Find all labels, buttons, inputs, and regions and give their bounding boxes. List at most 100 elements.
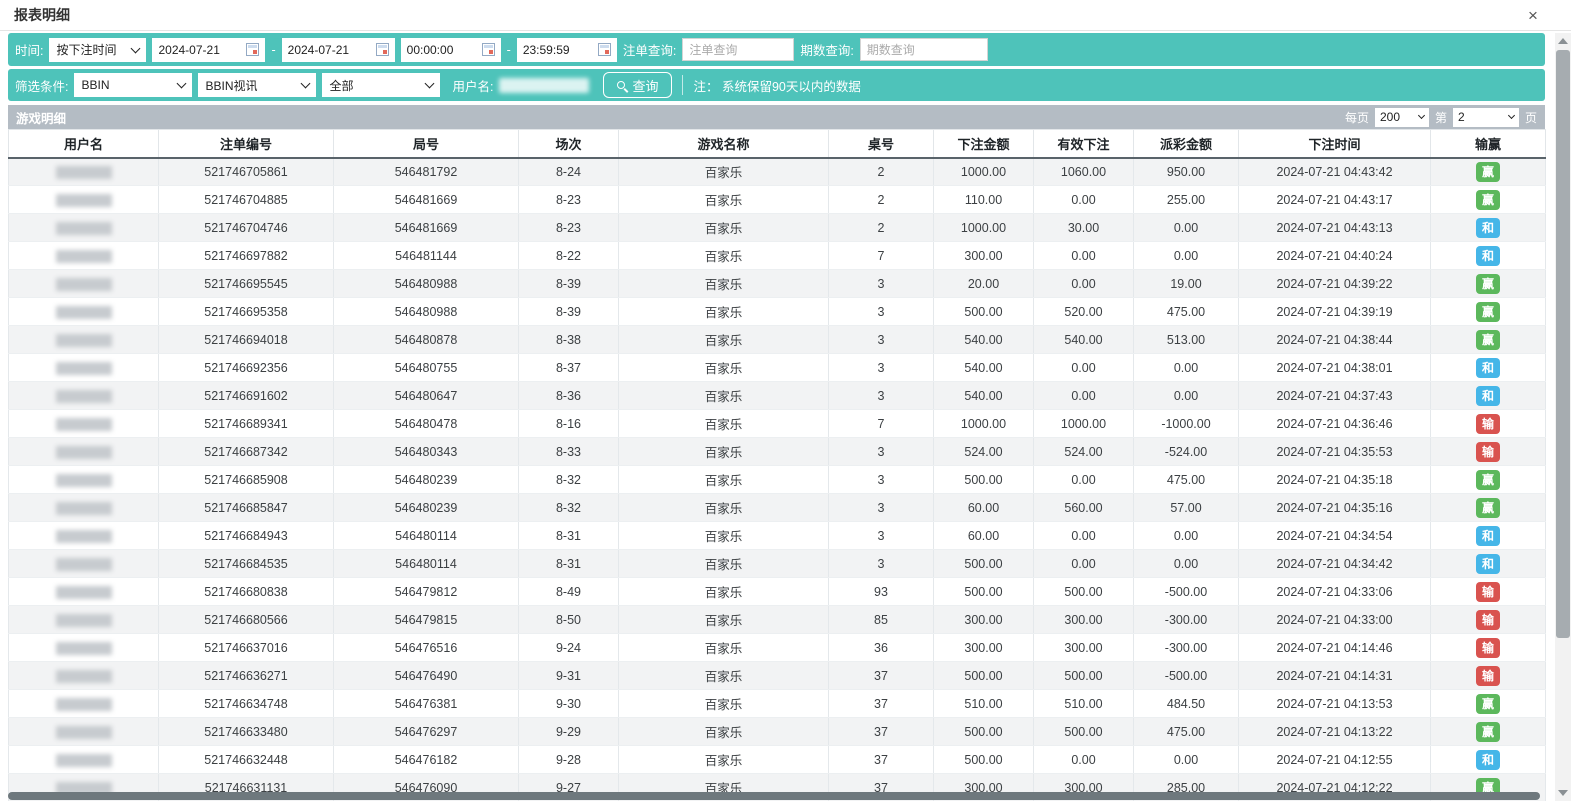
cell-round-id: 546480878 [334,326,519,354]
cell-result: 和 [1431,522,1546,550]
cell-game-name: 百家乐 [619,690,829,718]
scope-select[interactable]: 全部 [322,73,440,97]
date-to-input[interactable]: 2024-07-21 [282,38,395,62]
time-from-value: 00:00:00 [407,43,454,57]
cell-table-no: 37 [829,690,934,718]
page-select[interactable]: 2 [1453,108,1519,127]
cell-table-no: 37 [829,662,934,690]
masked-username [56,362,112,375]
time-to-value: 23:59:59 [523,43,570,57]
cell-table-no: 2 [829,158,934,186]
table-row: 5217466334805464762979-29百家乐37500.00500.… [9,718,1546,746]
cell-table-no: 3 [829,438,934,466]
masked-username [56,530,112,543]
retention-note: 注： 系统保留90天以内的数据 [693,76,860,95]
table-row: 5217466955455464809888-39百家乐320.000.0019… [9,270,1546,298]
calendar-icon[interactable] [482,43,495,56]
cell-game-name: 百家乐 [619,270,829,298]
cell-valid-bet: 1060.00 [1034,158,1134,186]
period-query-input[interactable] [860,38,988,61]
search-button[interactable]: 查询 [603,72,672,98]
cell-bet-amount: 500.00 [934,550,1034,578]
chevron-down-icon [1418,112,1425,119]
cell-username-masked [9,242,159,270]
date-separator: - [271,43,275,57]
calendar-icon[interactable] [246,43,259,56]
cell-bet-amount: 110.00 [934,186,1034,214]
cell-game-name: 百家乐 [619,326,829,354]
cell-valid-bet: 520.00 [1034,298,1134,326]
table-header-row: 用户名 注单编号 局号 场次 游戏名称 桌号 下注金额 有效下注 派彩金额 下注… [9,130,1546,158]
time-from-input[interactable]: 00:00:00 [401,38,501,62]
cell-bet-time: 2024-07-21 04:43:17 [1239,186,1431,214]
cell-valid-bet: 300.00 [1034,634,1134,662]
cell-round-id: 546479815 [334,606,519,634]
table-row: 5217466808385464798128-49百家乐93500.00500.… [9,578,1546,606]
cell-result: 输 [1431,606,1546,634]
masked-username [56,194,112,207]
cell-username-masked [9,746,159,774]
cell-table-no: 2 [829,186,934,214]
cell-bet-amount: 500.00 [934,746,1034,774]
scroll-up-icon[interactable] [1558,38,1568,44]
cell-username-masked [9,494,159,522]
scroll-down-icon[interactable] [1558,790,1568,796]
cell-valid-bet: 0.00 [1034,522,1134,550]
cell-table-no: 3 [829,298,934,326]
col-header-round-id: 局号 [334,130,519,158]
cell-username-masked [9,354,159,382]
time-type-select[interactable]: 按下注时间 [49,38,146,62]
cell-payout: -1000.00 [1134,410,1239,438]
cell-bet-time: 2024-07-21 04:13:53 [1239,690,1431,718]
cell-bet-amount: 1000.00 [934,158,1034,186]
col-header-table-no: 桌号 [829,130,934,158]
result-badge: 输 [1476,666,1500,686]
cell-session: 9-24 [519,634,619,662]
horizontal-scrollbar-thumb[interactable] [8,792,1540,800]
cell-bet-amount: 1000.00 [934,410,1034,438]
cell-payout: 475.00 [1134,466,1239,494]
result-badge: 赢 [1476,162,1500,182]
cell-bet-time: 2024-07-21 04:13:22 [1239,718,1431,746]
result-badge: 赢 [1476,302,1500,322]
cell-table-no: 37 [829,746,934,774]
result-badge: 输 [1476,610,1500,630]
date-from-input[interactable]: 2024-07-21 [152,38,265,62]
time-to-input[interactable]: 23:59:59 [517,38,617,62]
table-row: 5217466370165464765169-24百家乐36300.00300.… [9,634,1546,662]
cell-session: 8-33 [519,438,619,466]
per-page-label: 每页 [1345,109,1369,126]
cell-payout: 475.00 [1134,718,1239,746]
calendar-icon[interactable] [598,43,611,56]
cell-session: 8-39 [519,270,619,298]
cell-table-no: 3 [829,550,934,578]
cell-round-id: 546480755 [334,354,519,382]
close-icon[interactable]: × [1522,5,1544,27]
vertical-scrollbar[interactable] [1555,33,1571,801]
cell-result: 赢 [1431,326,1546,354]
cell-payout: 57.00 [1134,494,1239,522]
cell-bet-id: 521746692356 [159,354,334,382]
chevron-down-icon [131,43,141,53]
category-select[interactable]: BBIN视讯 [198,73,316,97]
cell-table-no: 3 [829,382,934,410]
chevron-down-icon [301,79,311,89]
calendar-icon[interactable] [376,43,389,56]
cell-valid-bet: 300.00 [1034,606,1134,634]
cell-table-no: 3 [829,522,934,550]
table-row: 5217466916025464806478-36百家乐3540.000.000… [9,382,1546,410]
cell-session: 8-24 [519,158,619,186]
cell-round-id: 546476490 [334,662,519,690]
cell-valid-bet: 0.00 [1034,746,1134,774]
cell-game-name: 百家乐 [619,214,829,242]
cell-bet-amount: 500.00 [934,662,1034,690]
platform-select[interactable]: BBIN [74,73,192,97]
bet-query-input[interactable] [682,38,794,61]
cell-round-id: 546476516 [334,634,519,662]
vertical-scrollbar-thumb[interactable] [1556,50,1570,638]
cell-result: 赢 [1431,718,1546,746]
cell-valid-bet: 0.00 [1034,466,1134,494]
cell-game-name: 百家乐 [619,634,829,662]
per-page-select[interactable]: 200 [1375,108,1429,127]
col-header-username: 用户名 [9,130,159,158]
